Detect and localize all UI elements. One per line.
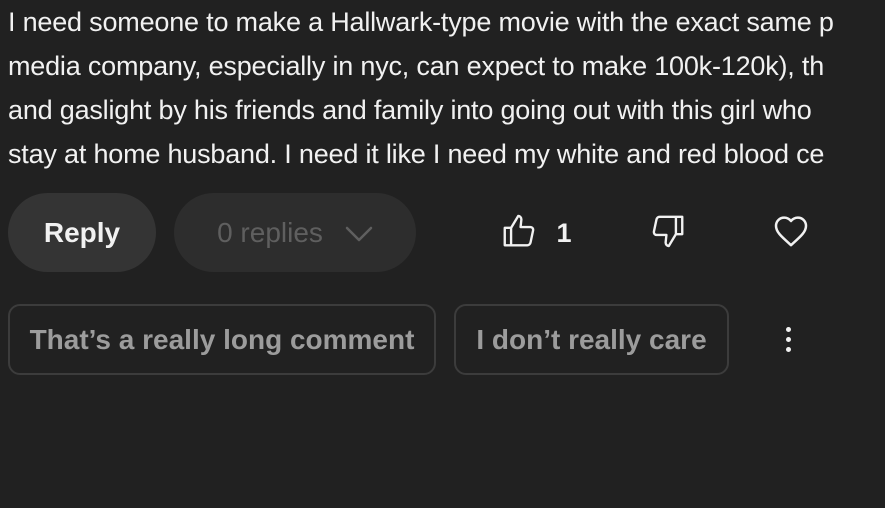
replies-button-label: 0 replies bbox=[217, 216, 323, 248]
reply-button-label: Reply bbox=[43, 216, 121, 248]
suggested-reply-label: That’s a really long comment bbox=[29, 323, 415, 355]
replies-button[interactable]: 0 replies bbox=[174, 193, 416, 272]
thumbs-up-icon bbox=[500, 212, 538, 255]
like-count: 1 bbox=[556, 217, 572, 248]
comment-line: media company, especially in nyc, can ex… bbox=[8, 51, 825, 81]
more-vert-icon bbox=[785, 346, 791, 352]
reply-button[interactable]: Reply bbox=[8, 193, 156, 272]
suggested-reply-chip[interactable]: I don’t really care bbox=[454, 304, 729, 375]
suggested-reply-label: I don’t really care bbox=[476, 323, 707, 355]
heart-icon bbox=[771, 211, 811, 256]
suggested-reply-chip[interactable]: That’s a really long comment bbox=[8, 304, 436, 375]
comment-line: and gaslight by his friends and family i… bbox=[8, 95, 812, 125]
comment-line: stay at home husband. I need it like I n… bbox=[8, 139, 825, 169]
heart-button[interactable] bbox=[763, 205, 819, 261]
more-options-button[interactable] bbox=[764, 308, 812, 370]
like-button[interactable]: 1 bbox=[488, 205, 584, 261]
chevron-down-icon bbox=[345, 217, 373, 249]
thumbs-down-icon bbox=[649, 212, 687, 255]
comment-line: I need someone to make a Hallwark-type m… bbox=[8, 7, 834, 37]
dislike-button[interactable] bbox=[640, 205, 696, 261]
more-vert-icon bbox=[785, 336, 791, 342]
more-vert-icon bbox=[785, 326, 791, 332]
comment-text: I need someone to make a Hallwark-type m… bbox=[8, 0, 885, 176]
